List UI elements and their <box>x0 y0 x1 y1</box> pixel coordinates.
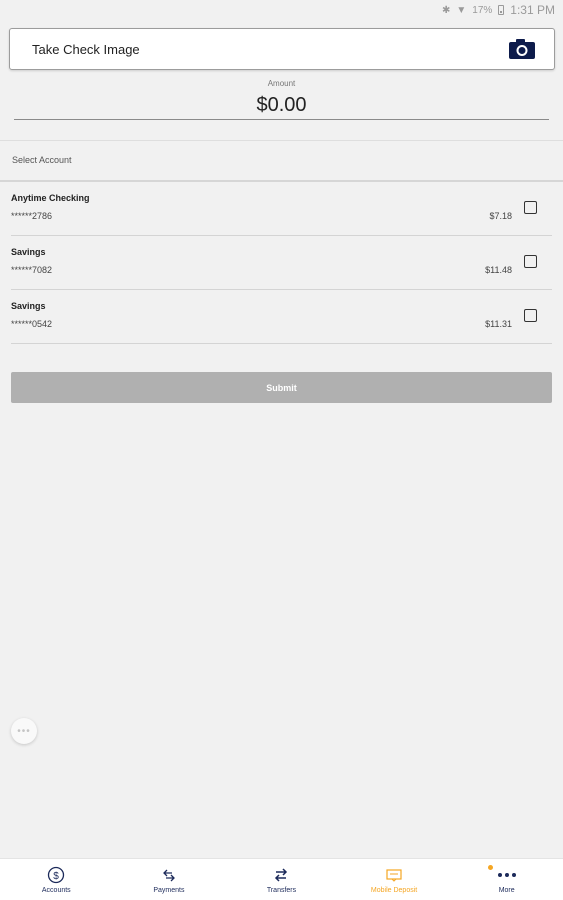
status-time: 1:31 PM <box>510 3 555 17</box>
account-balance: $11.31 <box>485 319 512 329</box>
take-check-image-button[interactable]: Take Check Image <box>9 28 555 70</box>
nav-item-mobile-deposit[interactable]: Mobile Deposit <box>338 859 451 900</box>
account-name: Savings <box>11 301 46 311</box>
svg-text:$: $ <box>54 871 60 882</box>
wifi-icon: ▼ <box>456 4 467 16</box>
camera-icon[interactable] <box>508 38 536 60</box>
nav-item-payments[interactable]: Payments <box>113 859 226 900</box>
submit-button[interactable]: Submit <box>11 372 552 403</box>
account-name: Savings <box>11 247 46 257</box>
account-row-savings-7082[interactable]: Savings ******7082 $11.48 <box>11 236 552 290</box>
account-name: Anytime Checking <box>11 193 90 203</box>
nav-label: Payments <box>153 887 185 894</box>
account-row-savings-0542[interactable]: Savings ******0542 $11.31 <box>11 290 552 344</box>
nav-label: Accounts <box>41 887 71 894</box>
account-number: ******2786 <box>11 211 53 221</box>
account-checkbox[interactable] <box>524 201 537 214</box>
dollar-circle-icon: $ <box>47 866 65 884</box>
nav-label: Mobile Deposit <box>370 887 418 894</box>
select-account-label: Select Account <box>12 155 72 165</box>
amount-input[interactable]: $0.00 <box>14 90 549 120</box>
divider <box>0 140 563 141</box>
payments-arrows-icon <box>162 866 176 884</box>
account-row-anytime-checking[interactable]: Anytime Checking ******2786 $7.18 <box>11 182 552 236</box>
mobile-deposit-icon <box>386 866 402 884</box>
status-bar: ✱ ▼ 17% 1:31 PM <box>0 0 563 20</box>
nav-item-transfers[interactable]: Transfers <box>225 859 338 900</box>
nav-label: More <box>498 887 515 894</box>
account-checkbox[interactable] <box>524 255 537 268</box>
take-check-image-label: Take Check Image <box>32 41 140 57</box>
amount-section: Amount $0.00 <box>14 78 549 120</box>
amount-caption: Amount <box>267 79 296 88</box>
battery-icon <box>498 5 505 15</box>
bottom-nav: $ Accounts Payments Transfers Mobile Dep… <box>0 858 563 900</box>
battery-percent: 17% <box>472 4 493 16</box>
floating-more-button[interactable]: ••• <box>11 718 37 744</box>
account-number: ******0542 <box>11 319 53 329</box>
bluetooth-icon: ✱ <box>441 4 451 16</box>
more-dots-icon <box>497 866 517 884</box>
transfer-arrows-icon <box>274 866 288 884</box>
nav-item-accounts[interactable]: $ Accounts <box>0 859 113 900</box>
account-balance: $11.48 <box>485 265 512 275</box>
nav-item-more[interactable]: More <box>450 859 563 900</box>
nav-label: Transfers <box>266 887 297 894</box>
account-balance: $7.18 <box>489 211 512 221</box>
account-list: Anytime Checking ******2786 $7.18 Saving… <box>11 182 552 344</box>
account-checkbox[interactable] <box>524 309 537 322</box>
notification-dot <box>487 865 493 870</box>
account-number: ******7082 <box>11 265 53 275</box>
